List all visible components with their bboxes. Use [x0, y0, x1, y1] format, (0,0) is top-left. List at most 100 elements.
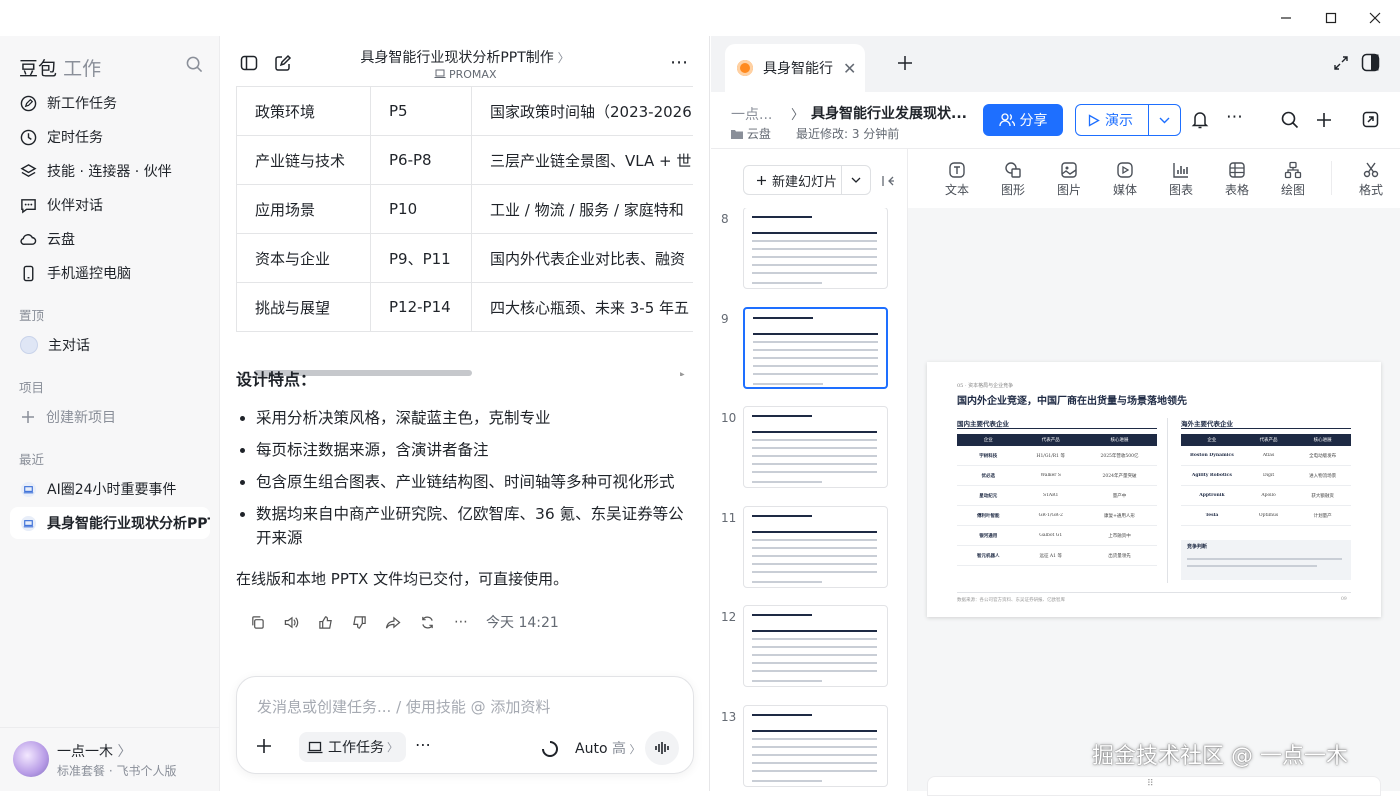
scissors-icon: [1363, 162, 1379, 178]
message-input[interactable]: 发消息或创建任务... / 使用技能 @ 添加资料: [257, 696, 677, 717]
slide-table-cell: Optimus: [1258, 513, 1279, 518]
slide-thumbnail[interactable]: [743, 406, 888, 488]
chevron-down-icon[interactable]: [841, 166, 870, 194]
recent-item[interactable]: AI圈24小时重要事件: [10, 473, 210, 505]
nav-phone-remote[interactable]: 手机遥控电脑: [10, 257, 210, 289]
users-icon: [998, 113, 1015, 127]
nav-scheduled-task[interactable]: 定时任务: [10, 121, 210, 153]
recent-item-label: AI圈24小时重要事件: [47, 482, 177, 498]
close-window-icon[interactable]: [1363, 6, 1387, 30]
thumbnail-line: [752, 729, 877, 732]
nav-partner-chat[interactable]: 伙伴对话: [10, 189, 210, 221]
ribbon-image-button[interactable]: 图片: [1049, 161, 1089, 198]
ribbon-table-button[interactable]: 表格: [1217, 161, 1257, 198]
collapse-panel-icon[interactable]: [881, 173, 895, 192]
thumbnail-line: [752, 256, 877, 258]
expand-icon[interactable]: [1333, 55, 1349, 75]
more-icon[interactable]: ⋯: [444, 610, 478, 634]
doc-location[interactable]: 云盘: [731, 125, 771, 142]
ribbon-draw-button[interactable]: 绘图: [1273, 161, 1313, 198]
ribbon-format-button[interactable]: 格式: [1351, 161, 1391, 198]
slide-title: 国内外企业竞逐，中国厂商在出货量与场景落地领先: [957, 396, 1187, 407]
thumbnail-line: [752, 538, 877, 541]
create-project-button[interactable]: 创建新项目: [10, 401, 210, 433]
share-icon[interactable]: [376, 610, 410, 634]
maximize-icon[interactable]: [1319, 6, 1343, 30]
present-button[interactable]: 演示: [1075, 104, 1181, 136]
table-cell: 产业链与技术: [236, 135, 371, 185]
user-name: 一点一木 〉: [57, 744, 132, 760]
pinned-item-main-chat[interactable]: 主对话: [10, 329, 210, 361]
slide-table-cell: 傅利叶智能: [977, 513, 1000, 519]
thumbs-down-icon[interactable]: [342, 610, 376, 634]
chat-avatar-icon: [20, 336, 38, 354]
close-tab-icon[interactable]: ✕: [843, 59, 856, 78]
thumbnail-number: 11: [721, 510, 737, 525]
add-icon[interactable]: [255, 737, 273, 759]
notes-drag-handle[interactable]: ⠿: [927, 776, 1381, 796]
slide-table-header-cell: 代表产品: [1041, 438, 1060, 443]
nav-cloud-drive[interactable]: 云盘: [10, 223, 210, 255]
new-slide-button[interactable]: 新建幻灯片: [743, 165, 871, 195]
voice-button[interactable]: [645, 731, 679, 765]
table-cell: 应用场景: [236, 184, 371, 234]
thumbnail-line: [752, 646, 877, 648]
laptop-icon: [434, 69, 445, 78]
slide-thumbnail[interactable]: [743, 605, 888, 687]
slide-table-header-cell: 核心进展: [1110, 438, 1129, 443]
slide-table-cell: 获大额融资: [1311, 493, 1334, 499]
nav-new-task[interactable]: 新工作任务: [10, 87, 210, 119]
recent-section-title: 最近: [19, 452, 45, 467]
slide-page-number: 09: [1341, 597, 1347, 602]
slide-thumbnail[interactable]: [743, 704, 888, 787]
new-tab-icon[interactable]: [896, 54, 914, 76]
minimize-icon[interactable]: [1274, 6, 1298, 30]
doc-tab[interactable]: 具身智能行 ✕: [725, 44, 865, 92]
user-profile[interactable]: 一点一木 〉 标准套餐 · 飞书个人版: [0, 727, 220, 791]
slide-thumbnail[interactable]: [743, 505, 888, 588]
ribbon-shape-button[interactable]: 图形: [993, 161, 1033, 198]
speaker-icon[interactable]: [274, 610, 308, 634]
media-icon: [1117, 162, 1133, 178]
slide-table-cell: Walker S: [1040, 473, 1061, 478]
regenerate-icon[interactable]: [410, 610, 444, 634]
panel-layout-icon[interactable]: [1361, 53, 1380, 76]
more-icon[interactable]: ⋯: [1226, 107, 1243, 127]
thumbnail-line: [752, 471, 877, 473]
table-cell: 挑战与展望: [236, 282, 371, 332]
search-icon[interactable]: [186, 56, 203, 77]
present-dropdown-icon[interactable]: [1148, 105, 1180, 135]
doc-title[interactable]: 具身智能行业发展现状...: [811, 103, 976, 123]
slide-thumbnail[interactable]: [743, 208, 888, 289]
recent-item-active[interactable]: 具身智能行业现状分析PPT: [10, 507, 210, 539]
model-selector[interactable]: Auto 高 〉: [575, 738, 640, 758]
chat-title[interactable]: 具身智能行业现状分析PPT制作 〉: [220, 47, 710, 67]
ribbon-media-button[interactable]: 媒体: [1105, 161, 1145, 198]
thumbnail-line: [752, 713, 812, 716]
user-plan: 标准套餐 · 飞书个人版: [57, 764, 177, 778]
nav-skills[interactable]: 技能 · 连接器 · 伙伴: [10, 155, 210, 187]
add-icon[interactable]: [1315, 111, 1333, 133]
bell-icon[interactable]: [1191, 110, 1209, 133]
diagram-icon: [1284, 161, 1302, 179]
last-modified: 最近修改: 3 分钟前: [796, 127, 900, 141]
more-icon[interactable]: ⋯: [670, 52, 689, 73]
share-button[interactable]: 分享: [983, 104, 1063, 136]
ribbon-chart-button[interactable]: 图表: [1161, 161, 1201, 198]
search-icon[interactable]: [1281, 111, 1299, 133]
slide-table-cell: 智元机器人: [977, 553, 1000, 559]
thumbnail-line: [752, 554, 877, 557]
ribbon-text-button[interactable]: 文本: [937, 161, 977, 198]
thumbs-up-icon[interactable]: [308, 610, 342, 634]
open-external-icon[interactable]: [1362, 111, 1379, 132]
thumbnail-line: [752, 761, 877, 764]
overseas-table: 企业 代表产品 核心进展 Boston Dynamics Atlas 全电动版发布 Agil…: [1181, 434, 1351, 526]
mode-selector[interactable]: 工作任务〉: [299, 732, 406, 762]
thumbnail-line: [753, 348, 878, 351]
slide-thumbnail[interactable]: [743, 306, 888, 389]
breadcrumb[interactable]: 一点...: [731, 104, 772, 124]
more-icon[interactable]: ⋯: [415, 735, 431, 754]
thumbnail-line: [753, 372, 878, 375]
copy-icon[interactable]: [240, 610, 274, 634]
slide-canvas[interactable]: 05 · 资本格局与企业竞争 国内外企业竞逐，中国厂商在出货量与场景落地领先 国…: [927, 362, 1381, 617]
